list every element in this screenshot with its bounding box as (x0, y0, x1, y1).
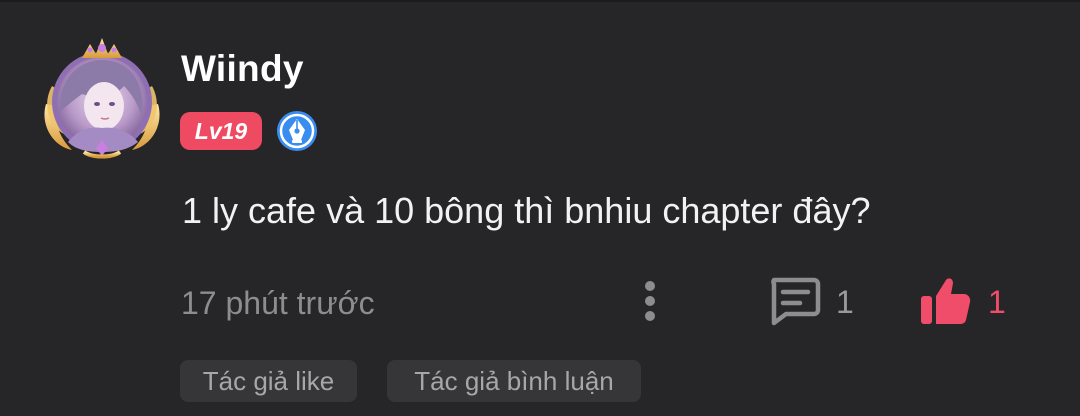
avatar[interactable] (38, 34, 166, 162)
username[interactable]: Wiindy (181, 48, 304, 90)
divider (0, 0, 1080, 2)
thumbs-up-icon (921, 278, 971, 324)
reply-count: 1 (836, 284, 854, 320)
like-button[interactable]: 1 (918, 272, 1014, 328)
tag-author-commented: Tác giả bình luận (387, 360, 641, 402)
comment-text: 1 ly cafe và 10 bông thì bnhiu chapter đ… (182, 190, 871, 231)
pen-nib-icon (276, 110, 318, 152)
comment-item: Wiindy Lv19 1 ly cafe và 10 bông thì bnh… (0, 0, 1080, 416)
like-count: 1 (988, 284, 1006, 320)
reply-button[interactable]: 1 (766, 276, 860, 326)
more-vertical-icon[interactable] (634, 276, 666, 326)
tag-author-liked: Tác giả like (180, 360, 357, 402)
avatar-frame-icon (44, 38, 160, 159)
timestamp: 17 phút trước (181, 285, 375, 321)
comment-icon (771, 277, 821, 326)
level-badge: Lv19 (180, 112, 262, 150)
